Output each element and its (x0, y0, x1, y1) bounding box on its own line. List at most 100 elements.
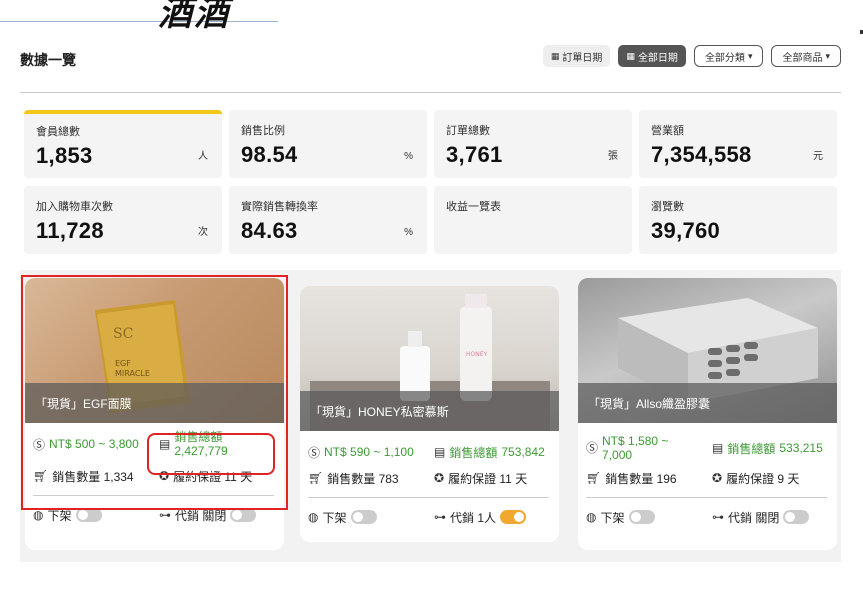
calendar-icon: ▦ (550, 50, 560, 61)
agent-toggle[interactable] (783, 510, 810, 524)
package-label-egf: EGF (115, 359, 131, 368)
dollar-icon: Ⓢ (308, 445, 321, 460)
page-title: 數據一覽 (20, 52, 76, 68)
agent-status: 代銷 關閉 (175, 508, 227, 523)
network-icon: ⊶ (159, 508, 171, 522)
sales-total-value: 2,427,779 (174, 444, 228, 458)
sales-total-value: 753,842 (501, 445, 545, 459)
all-dates-button[interactable]: ▦ 全部日期 (618, 45, 686, 67)
stat-label: 訂單總數 (446, 125, 490, 137)
badge-icon: ✪ (712, 471, 723, 485)
product-image[interactable]: SC EGF MIRACLE 「現貨」EGF面膜 (25, 278, 284, 423)
stats-grid: 會員總數 1,853 人 銷售比例 98.54 % 訂單總數 3,761 張 營… (24, 110, 838, 254)
divider (33, 495, 274, 496)
stat-unit: % (404, 227, 413, 238)
stat-value: 11,728 (36, 218, 104, 243)
stat-label: 營業額 (651, 125, 684, 137)
badge-icon: ✪ (434, 471, 445, 485)
divider (20, 92, 841, 93)
calendar-icon: ▦ (626, 50, 635, 61)
price-range: NT$ 590 ~ 1,100 (324, 445, 414, 459)
sales-quantity: 銷售數量 783 (327, 471, 399, 486)
stat-unit: 元 (813, 151, 823, 162)
agent-toggle[interactable] (500, 510, 527, 524)
stat-conversion-rate[interactable]: 實際銷售轉換率 84.63 % (229, 186, 427, 254)
product-card[interactable]: HONEY 「現貨」HONEY私密慕斯 Ⓢ NT$ 590 ~ 1,100 ▤ … (300, 286, 559, 542)
shelf-label: 下架 (322, 510, 347, 525)
stat-value: 1,853 (36, 143, 93, 168)
network-icon: ⊶ (712, 510, 724, 524)
stat-unit: 次 (198, 227, 208, 238)
sales-total-label: 銷售總額 (727, 441, 776, 456)
product-name: 「現貨」EGF面膜 (25, 383, 284, 423)
shelf-toggle[interactable] (350, 510, 377, 524)
sales-quantity: 銷售數量 196 (605, 471, 677, 486)
product-name: 「現貨」HONEY私密慕斯 (300, 391, 559, 431)
stat-revenue[interactable]: 營業額 7,354,558 元 (639, 110, 837, 178)
globe-icon: ◍ (33, 508, 44, 522)
product-image[interactable]: 「現貨」Allso纖盈膠囊 (578, 278, 837, 423)
shelf-label: 下架 (47, 508, 72, 523)
agent-toggle[interactable] (230, 508, 257, 522)
globe-icon: ◍ (308, 510, 319, 524)
stat-label: 銷售比例 (241, 125, 285, 137)
filter-toolbar: ▦ 訂單日期 ▦ 全部日期 全部分類 ▾ 全部商品 ▾ (542, 45, 841, 67)
order-date-button[interactable]: ▦ 訂單日期 (542, 45, 611, 67)
package-label-miracle: MIRACLE (115, 369, 150, 378)
stat-add-to-cart[interactable]: 加入購物車次數 11,728 次 (24, 186, 222, 254)
stat-unit: % (404, 151, 413, 162)
agent-status: 代銷 關閉 (728, 510, 780, 525)
warranty-days: 履約保證 9 天 (726, 471, 800, 486)
stat-revenue-overview[interactable]: 收益一覽表 (434, 186, 632, 254)
bottle-label: HONEY (466, 351, 488, 358)
product-card[interactable]: SC EGF MIRACLE 「現貨」EGF面膜 Ⓢ NT$ 500 ~ 3,8… (25, 278, 284, 550)
dollar-icon: Ⓢ (586, 441, 599, 455)
all-products-label: 全部商品 (782, 52, 823, 64)
price-range: NT$ 1,580 ~ 7,000 (602, 434, 669, 462)
warranty-days: 履約保證 11 天 (173, 469, 253, 484)
cart-icon: 🛒︎ (308, 471, 324, 485)
receipt-icon: ▤ (434, 445, 446, 459)
stat-sales-ratio[interactable]: 銷售比例 98.54 % (229, 110, 427, 178)
stat-value: 3,761 (446, 142, 503, 167)
product-name: 「現貨」Allso纖盈膠囊 (578, 383, 837, 423)
all-products-dropdown[interactable]: 全部商品 ▾ (771, 45, 841, 67)
shelf-toggle[interactable] (75, 508, 102, 522)
receipt-icon: ▤ (159, 437, 171, 451)
caret-down-icon: ▾ (747, 50, 753, 61)
product-image[interactable]: HONEY 「現貨」HONEY私密慕斯 (300, 286, 559, 431)
logo-area: 酒酒 (0, 0, 278, 34)
shelf-label: 下架 (600, 510, 625, 525)
stat-unit: 張 (608, 151, 618, 162)
all-dates-label: 全部日期 (637, 52, 678, 64)
sales-total-label: 銷售總額 (174, 430, 223, 444)
sales-total-label: 銷售總額 (449, 445, 498, 460)
stat-value: 84.63 (241, 218, 298, 243)
stat-unit: 人 (198, 151, 208, 162)
stat-views[interactable]: 瀏覽數 39,760 (639, 186, 837, 254)
product-card[interactable]: 「現貨」Allso纖盈膠囊 Ⓢ NT$ 1,580 ~ 7,000 ▤ 銷售總額… (578, 278, 837, 550)
globe-icon: ◍ (586, 510, 597, 524)
stat-members[interactable]: 會員總數 1,853 人 (24, 110, 222, 178)
all-categories-label: 全部分類 (704, 52, 745, 64)
price-range: NT$ 500 ~ 3,800 (49, 437, 139, 451)
stat-label: 會員總數 (36, 126, 80, 138)
shelf-toggle[interactable] (628, 510, 655, 524)
package-brand-mark: SC (113, 326, 133, 342)
stat-orders[interactable]: 訂單總數 3,761 張 (434, 110, 632, 178)
receipt-icon: ▤ (712, 441, 724, 455)
order-date-label: 訂單日期 (562, 52, 603, 64)
divider (308, 497, 549, 498)
stat-value: 98.54 (241, 142, 298, 167)
warranty-days: 履約保證 11 天 (448, 471, 528, 486)
stat-label: 加入購物車次數 (36, 201, 113, 213)
all-categories-dropdown[interactable]: 全部分類 ▾ (693, 45, 764, 67)
cart-icon: 🛒︎ (33, 469, 49, 483)
sales-total-value: 533,215 (779, 441, 823, 455)
brand-logo: 酒酒 (158, 0, 230, 34)
stat-label: 收益一覽表 (446, 201, 501, 213)
agent-status: 代銷 1人 (450, 510, 497, 525)
sales-quantity: 銷售數量 1,334 (52, 469, 134, 484)
dollar-icon: Ⓢ (33, 437, 46, 452)
stat-label: 瀏覽數 (651, 201, 684, 213)
